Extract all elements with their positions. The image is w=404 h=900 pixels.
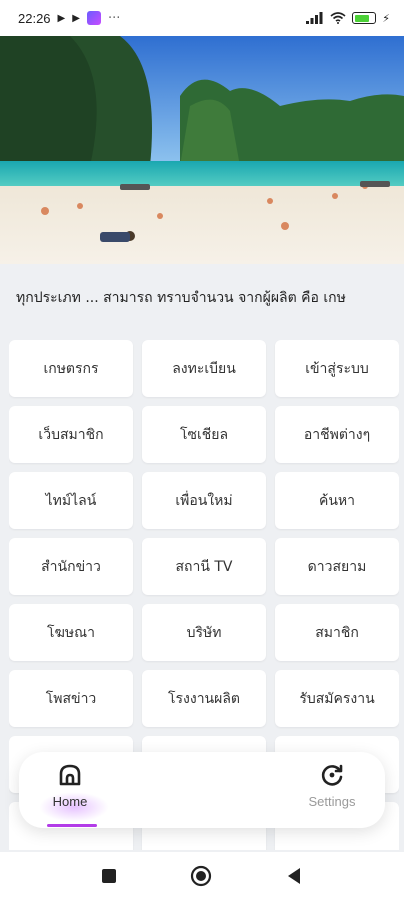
nav-home-button[interactable]: Home — [25, 762, 115, 824]
marquee-text: ทุกประเภท ... สามารถ ทราบจำนวน จากผู้ผลิ… — [0, 270, 404, 326]
play-icon: ▶ — [57, 12, 66, 24]
grid-item-label: รับสมัครงาน — [299, 690, 375, 707]
grid-item-label: เว็บสมาชิก — [38, 426, 104, 443]
recent-apps-icon[interactable] — [102, 869, 116, 883]
grid-item-dao-siam[interactable]: ดาวสยาม — [275, 538, 399, 595]
settings-icon — [321, 764, 343, 786]
battery-level-fill — [354, 14, 370, 22]
grid-item-post-news[interactable]: โพสข่าว — [9, 670, 133, 727]
grid-item-advertising[interactable]: โฆษณา — [9, 604, 133, 661]
more-icon: ··· — [107, 10, 121, 26]
grid-item-register[interactable]: ลงทะเบียน — [142, 340, 266, 397]
grid-item-company[interactable]: บริษัท — [142, 604, 266, 661]
play-icon: ▶ — [72, 12, 80, 24]
grid-item-timeline[interactable]: ไทม์ไลน์ — [9, 472, 133, 529]
nav-home-label: Home — [52, 794, 88, 809]
grid-item-label: สมาชิก — [315, 624, 359, 641]
grid-item-label: สถานี TV — [175, 558, 233, 575]
grid-item-label: เข้าสู่ระบบ — [305, 360, 369, 377]
charging-icon: ⚡ — [382, 11, 390, 25]
grid-item-members[interactable]: สมาชิก — [275, 604, 399, 661]
grid-item-label: ค้นหา — [318, 492, 356, 509]
signal-icon — [306, 12, 323, 24]
grid-item-label: เกษตรกร — [43, 360, 99, 377]
grid-item-occupations[interactable]: อาชีพต่างๆ — [275, 406, 399, 463]
system-navigation-bar — [0, 852, 404, 900]
grid-item-member-web[interactable]: เว็บสมาชิก — [9, 406, 133, 463]
grid-item-label: โพสข่าว — [45, 690, 97, 707]
grid-item-label: ลงทะเบียน — [172, 360, 236, 377]
status-time: 22:26 — [18, 10, 51, 26]
bottom-navigation: Home Settings — [19, 752, 385, 828]
status-bar: 22:26 ▶ ▶ ··· ⚡ — [0, 0, 404, 36]
back-icon[interactable] — [286, 867, 302, 885]
battery-icon — [352, 12, 377, 24]
grid-item-label: โซเชียล — [179, 426, 229, 443]
grid-item-login[interactable]: เข้าสู่ระบบ — [275, 340, 399, 397]
grid-item-news-agency[interactable]: สำนักข่าว — [9, 538, 133, 595]
grid-item-label: ไทม์ไลน์ — [45, 492, 97, 509]
grid-item-label: ดาวสยาม — [307, 558, 367, 575]
grid-item-label: อาชีพต่างๆ — [303, 426, 371, 443]
home-active-indicator — [47, 824, 97, 827]
beach-banner-image — [0, 36, 404, 264]
wifi-icon — [330, 12, 346, 24]
grid-item-jobs[interactable]: รับสมัครงาน — [275, 670, 399, 727]
messenger-icon — [86, 11, 101, 25]
grid-item-tv-station[interactable]: สถานี TV — [142, 538, 266, 595]
grid-item-search[interactable]: ค้นหา — [275, 472, 399, 529]
grid-item-label: บริษัท — [186, 624, 222, 641]
grid-item-social[interactable]: โซเชียล — [142, 406, 266, 463]
grid-item-label: โรงงานผลิต — [167, 690, 241, 707]
grid-item-new-friends[interactable]: เพื่อนใหม่ — [142, 472, 266, 529]
nav-settings-label: Settings — [308, 794, 356, 809]
grid-item-label: สำนักข่าว — [41, 558, 101, 575]
grid-item-farmer[interactable]: เกษตรกร — [9, 340, 133, 397]
grid-item-label: โฆษณา — [47, 624, 95, 641]
home-system-icon[interactable] — [190, 865, 212, 887]
home-icon — [59, 764, 81, 786]
nav-settings-button[interactable]: Settings — [287, 762, 377, 824]
grid-item-factory[interactable]: โรงงานผลิต — [142, 670, 266, 727]
marquee-label: ทุกประเภท ... สามารถ ทราบจำนวน จากผู้ผลิ… — [16, 290, 346, 306]
grid-item-label: เพื่อนใหม่ — [175, 492, 233, 509]
